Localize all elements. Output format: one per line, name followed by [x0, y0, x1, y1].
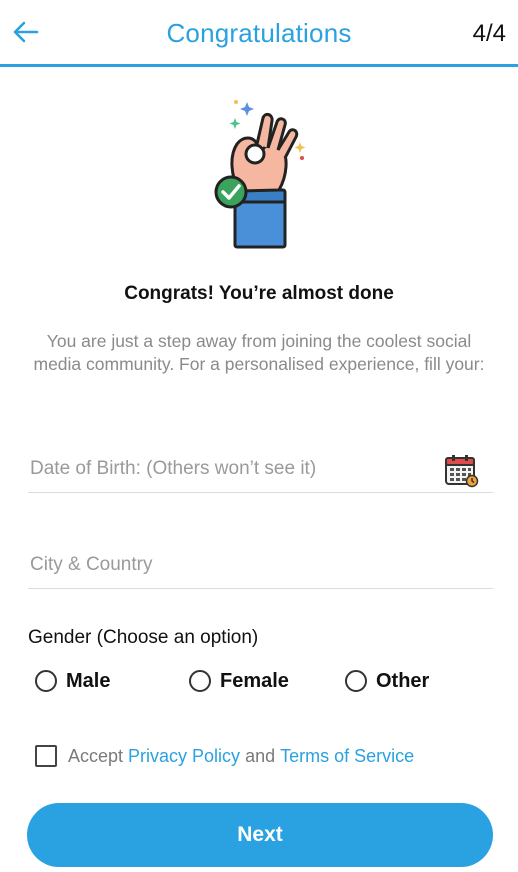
terms-and: and: [245, 745, 276, 766]
radio-circle-icon[interactable]: [35, 670, 57, 692]
gender-option-female[interactable]: Female: [189, 666, 289, 696]
gender-label: Gender (Choose an option): [28, 627, 259, 648]
city-country-placeholder: City & Country: [30, 554, 153, 575]
congrats-heading: Congrats! You’re almost done: [124, 283, 394, 304]
calendar-icon[interactable]: [443, 452, 479, 488]
terms-prefix: Accept: [68, 745, 124, 766]
radio-circle-icon[interactable]: [345, 670, 367, 692]
ok-hand-checkmark-illustration: [214, 100, 306, 249]
privacy-policy-link[interactable]: Privacy Policy: [128, 746, 240, 767]
congrats-subtitle: You are just a step away from joining th…: [33, 331, 485, 374]
accept-terms-checkbox[interactable]: [35, 745, 57, 767]
gender-option-label: Male: [66, 669, 111, 692]
gender-option-other[interactable]: Other: [345, 666, 429, 696]
radio-circle-icon[interactable]: [189, 670, 211, 692]
step-indicator: 4/4: [472, 20, 506, 47]
gender-option-label: Female: [220, 669, 289, 692]
date-of-birth-placeholder: Date of Birth: (Others won’t see it): [30, 458, 317, 479]
gender-option-male[interactable]: Male: [35, 666, 110, 696]
city-country-field[interactable]: City & Country: [28, 542, 493, 589]
page-title: Congratulations: [166, 18, 352, 48]
next-button[interactable]: Next: [27, 803, 493, 867]
gender-option-label: Other: [376, 669, 430, 692]
date-of-birth-field[interactable]: Date of Birth: (Others won’t see it): [28, 446, 493, 493]
app-header: Congratulations 4/4: [0, 0, 518, 67]
terms-of-service-link[interactable]: Terms of Service: [280, 746, 414, 767]
terms-row: Accept Privacy Policy and Terms of Servi…: [35, 742, 414, 770]
next-button-label: Next: [237, 823, 283, 846]
